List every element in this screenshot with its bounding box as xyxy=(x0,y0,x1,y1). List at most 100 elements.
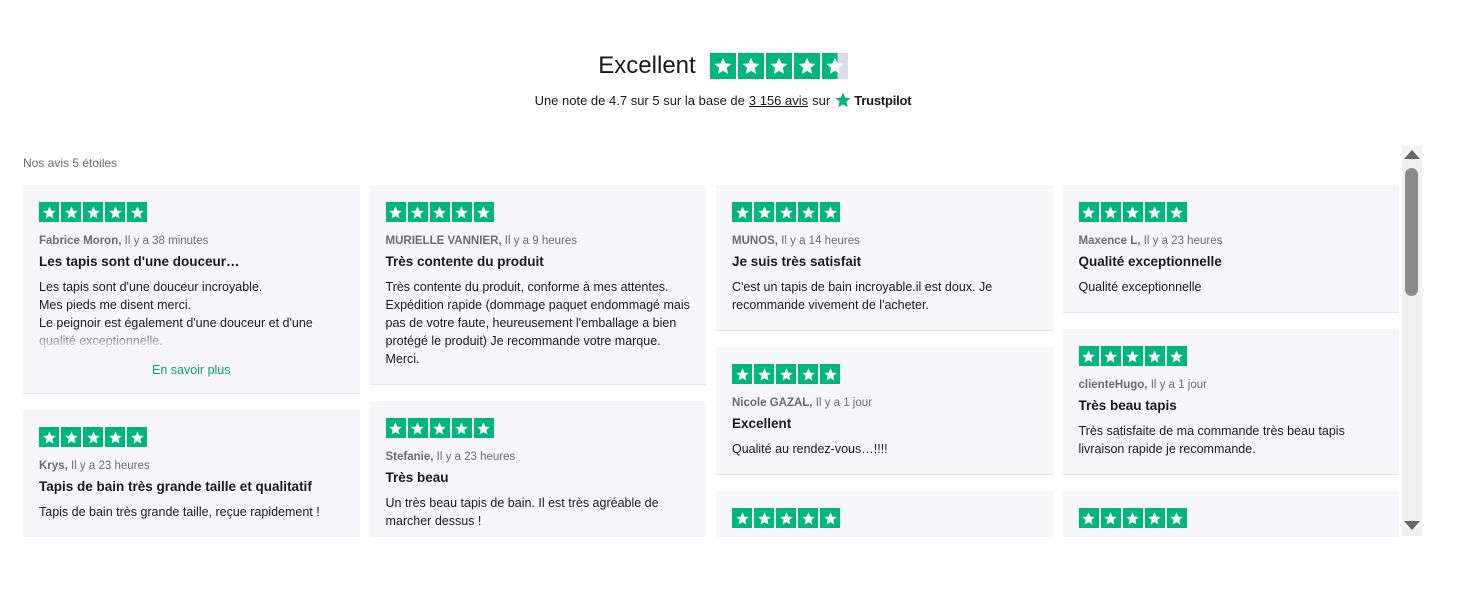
review-meta: clienteHugo, Il y a 1 jour xyxy=(1079,379,1384,391)
review-column: Fabrice Moron, Il y a 38 minutes Les tapi… xyxy=(23,185,360,537)
review-card[interactable] xyxy=(716,491,1053,537)
star-icon xyxy=(127,202,147,222)
star-icon xyxy=(473,418,494,438)
review-column: MURIELLE VANNIER, Il y a 9 heures Très co… xyxy=(369,185,706,537)
review-time: Il y a 23 heures xyxy=(436,451,516,463)
star-icon xyxy=(39,202,59,222)
star-icon xyxy=(793,53,820,79)
star-icon xyxy=(798,202,818,222)
review-card[interactable]: Stefanie, Il y a 23 heures Très beau Un tr… xyxy=(369,401,706,537)
review-body: Tapis de bain très grande taille, reçue … xyxy=(39,505,320,519)
review-stars xyxy=(732,202,1037,222)
review-stars xyxy=(732,508,1037,528)
rating-title: Excellent xyxy=(598,52,696,79)
star-icon xyxy=(776,364,796,384)
review-column: Maxence L, Il y a 23 heures Qualité excep… xyxy=(1062,185,1399,537)
review-author: Nicole GAZAL, xyxy=(732,397,813,409)
star-icon xyxy=(1144,508,1165,528)
scrollbar[interactable] xyxy=(1402,146,1422,536)
review-time: Il y a 38 minutes xyxy=(124,235,209,247)
review-body: Qualité au rendez-vous…!!!! xyxy=(732,442,888,456)
star-icon xyxy=(451,418,472,438)
review-card[interactable]: Nicole GAZAL, Il y a 1 jour Excellent Qual… xyxy=(716,347,1053,475)
star-icon xyxy=(385,418,406,438)
review-title: Très contente du produit xyxy=(385,254,544,269)
star-icon xyxy=(105,202,125,222)
trustpilot-logo[interactable]: Trustpilot xyxy=(834,91,912,109)
rating-header: Excellent Une note de 4.7 sur 5 sur la b… xyxy=(0,48,1446,109)
review-body: Qualité exceptionnelle xyxy=(1078,280,1202,294)
reviews-grid[interactable]: Fabrice Moron, Il y a 38 minutes Les tapi… xyxy=(23,185,1399,537)
review-meta: MURIELLE VANNIER, Il y a 9 heures xyxy=(386,235,691,247)
review-meta: Stefanie, Il y a 23 heures xyxy=(386,451,691,463)
star-icon xyxy=(754,508,774,528)
review-author: MURIELLE VANNIER, xyxy=(385,235,502,247)
review-time: Il y a 1 jour xyxy=(815,397,872,409)
review-card[interactable] xyxy=(1062,491,1399,537)
review-meta: Krys, Il y a 23 heures xyxy=(39,460,344,472)
review-body: C'est un tapis de bain incroyable.il est… xyxy=(732,280,993,312)
star-icon xyxy=(451,202,472,222)
review-stars xyxy=(1078,508,1384,528)
star-icon xyxy=(1144,346,1165,366)
star-icon xyxy=(732,508,752,528)
read-more-link[interactable]: En savoir plus xyxy=(39,363,344,377)
rating-summary: Excellent xyxy=(0,48,1446,84)
review-author: MUNOS, xyxy=(732,235,778,247)
star-icon xyxy=(407,418,428,438)
star-icon xyxy=(473,202,494,222)
rating-subtitle: Une note de 4.7 sur 5 sur la base de 3 1… xyxy=(0,91,1446,109)
review-body: Très satisfaite de ma commande très beau… xyxy=(1078,424,1345,456)
review-title: Tapis de bain très grande taille et qual… xyxy=(39,479,312,494)
star-icon xyxy=(732,202,752,222)
review-title: Je suis très satisfait xyxy=(732,254,862,269)
review-card[interactable]: MUNOS, Il y a 14 heures Je suis très sati… xyxy=(716,185,1053,331)
scroll-down-icon[interactable] xyxy=(1404,520,1420,532)
scroll-up-icon[interactable] xyxy=(1404,148,1420,160)
star-icon xyxy=(820,508,840,528)
review-time: Il y a 23 heures xyxy=(70,460,150,472)
review-title: Les tapis sont d'une douceur… xyxy=(39,254,240,269)
review-author: Stefanie, xyxy=(385,451,434,463)
star-icon xyxy=(429,202,450,222)
review-card[interactable]: MURIELLE VANNIER, Il y a 9 heures Très co… xyxy=(369,185,706,385)
scroll-thumb[interactable] xyxy=(1405,168,1418,296)
review-stars xyxy=(1078,346,1384,366)
review-body: Très contente du produit, conforme à mes… xyxy=(385,280,690,366)
review-stars xyxy=(732,364,1037,384)
star-icon xyxy=(1122,508,1143,528)
star-icon xyxy=(61,202,81,222)
review-time: Il y a 1 jour xyxy=(1150,379,1207,391)
review-author: clienteHugo, xyxy=(1078,379,1148,391)
star-icon xyxy=(798,364,818,384)
review-column: MUNOS, Il y a 14 heures Je suis très sati… xyxy=(716,185,1053,537)
star-icon xyxy=(820,364,840,384)
review-card[interactable]: Krys, Il y a 23 heures Tapis de bain très… xyxy=(23,410,360,537)
review-card[interactable]: Fabrice Moron, Il y a 38 minutes Les tapi… xyxy=(23,185,360,394)
star-icon xyxy=(1078,202,1099,222)
star-icon xyxy=(1122,202,1143,222)
review-card[interactable]: Maxence L, Il y a 23 heures Qualité excep… xyxy=(1062,185,1399,313)
star-icon xyxy=(1144,202,1165,222)
star-icon xyxy=(1100,346,1121,366)
review-meta: Fabrice Moron, Il y a 38 minutes xyxy=(39,235,344,247)
star-icon xyxy=(798,508,818,528)
reviews-count-link[interactable]: 3 156 avis xyxy=(749,93,808,108)
section-label: Nos avis 5 étoiles xyxy=(23,156,118,170)
trustpilot-brand: Trustpilot xyxy=(854,92,912,108)
review-title: Très beau xyxy=(385,470,449,485)
star-icon xyxy=(1166,508,1187,528)
review-author: Krys, xyxy=(39,460,68,472)
star-icon xyxy=(1078,508,1099,528)
half-star-icon xyxy=(821,53,848,79)
star-icon xyxy=(776,202,796,222)
review-meta: Maxence L, Il y a 23 heures xyxy=(1079,235,1384,247)
star-icon xyxy=(39,427,59,447)
rating-text: Une note de 4.7 sur 5 sur la base de xyxy=(534,92,745,108)
review-card[interactable]: clienteHugo, Il y a 1 jour Très beau tapi… xyxy=(1062,329,1399,475)
star-icon xyxy=(1078,346,1099,366)
review-title: Excellent xyxy=(732,416,792,431)
star-icon xyxy=(1100,202,1121,222)
star-icon xyxy=(765,53,792,79)
review-stars xyxy=(1078,202,1384,222)
